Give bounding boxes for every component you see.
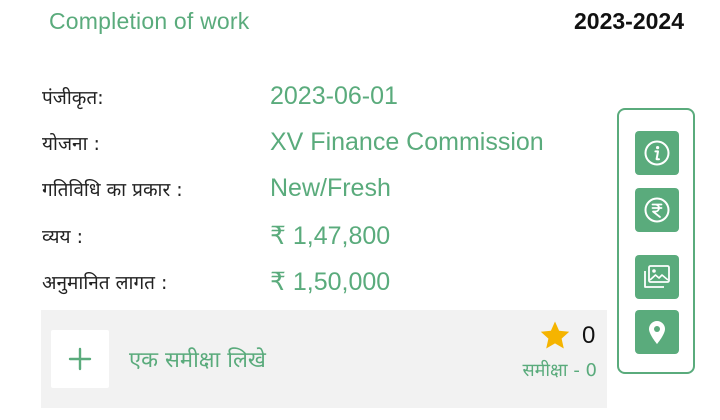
action-panel — [617, 108, 695, 374]
review-count: समीक्षा - 0 — [522, 360, 597, 381]
rupee-icon — [644, 197, 670, 223]
detail-value: 2023-06-01 — [270, 82, 398, 110]
work-status: Completion of work — [49, 8, 250, 34]
detail-row-activity-type: गतिविधि का प्रकार : New/Fresh — [0, 174, 600, 216]
detail-label: पंजीकृत: — [42, 87, 104, 109]
gallery-button[interactable] — [635, 255, 679, 299]
detail-label: योजना : — [42, 133, 100, 155]
gallery-icon — [644, 265, 670, 288]
detail-value: ₹ 1,47,800 — [270, 222, 391, 250]
review-section: एक समीक्षा लिखे 0 समीक्षा - 0 — [41, 310, 607, 408]
detail-row-scheme: योजना : XV Finance Commission — [0, 128, 600, 170]
rating-value: 0 — [582, 322, 596, 349]
detail-label: गतिविधि का प्रकार : — [42, 179, 183, 201]
write-review-link[interactable]: एक समीक्षा लिखे — [129, 344, 266, 374]
star-icon — [540, 321, 570, 349]
detail-value: New/Fresh — [270, 174, 391, 202]
detail-label: व्यय : — [42, 226, 83, 248]
plus-icon — [68, 347, 92, 371]
detail-row-registered: पंजीकृत: 2023-06-01 — [0, 82, 600, 124]
expense-button[interactable] — [635, 188, 679, 232]
financial-year: 2023-2024 — [574, 8, 684, 34]
detail-label: अनुमानित लागत : — [42, 272, 168, 294]
detail-row-expenditure: व्यय : ₹ 1,47,800 — [0, 222, 600, 263]
location-pin-icon — [649, 321, 665, 344]
add-review-button[interactable] — [51, 330, 109, 388]
location-button[interactable] — [635, 310, 679, 354]
detail-row-estimated-cost: अनुमानित लागत : ₹ 1,50,000 — [0, 268, 600, 309]
detail-value: XV Finance Commission — [270, 128, 544, 156]
detail-value: ₹ 1,50,000 — [270, 268, 391, 296]
info-icon — [644, 140, 670, 166]
info-button[interactable] — [635, 131, 679, 175]
